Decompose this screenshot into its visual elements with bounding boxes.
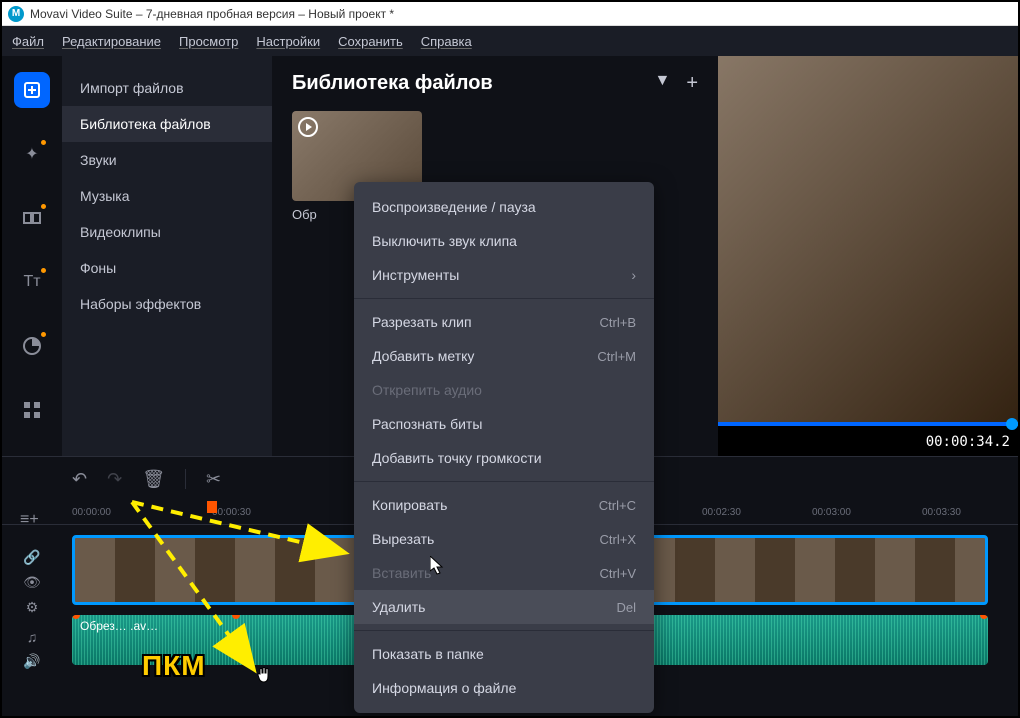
ctx-copy[interactable]: КопироватьCtrl+C	[354, 488, 654, 522]
left-toolbar: ✦ Tт	[2, 56, 62, 456]
ctx-show-folder[interactable]: Показать в папке	[354, 637, 654, 671]
ctx-beats[interactable]: Распознать биты	[354, 407, 654, 441]
tool-import[interactable]	[14, 72, 50, 108]
menu-file[interactable]: Файл	[12, 34, 44, 49]
audio-track-header: ♫ 🔊	[2, 623, 62, 676]
content-actions: ▼ +	[654, 72, 698, 95]
app-icon: M	[8, 6, 24, 22]
ctx-mute[interactable]: Выключить звук клипа	[354, 224, 654, 258]
notification-dot	[41, 332, 46, 337]
tool-titles[interactable]: Tт	[14, 264, 50, 300]
separator	[185, 469, 186, 489]
ctx-split[interactable]: Разрезать клипCtrl+B	[354, 305, 654, 339]
link-icon[interactable]: 🔗	[23, 549, 40, 566]
sidebar-item-sounds[interactable]: Звуки	[62, 142, 272, 178]
undo-icon[interactable]: ↶	[72, 469, 87, 490]
ctx-tools[interactable]: Инструменты›	[354, 258, 654, 292]
menu-help[interactable]: Справка	[421, 34, 472, 49]
preview-slider-handle[interactable]	[1006, 418, 1018, 430]
sidebar-item-import[interactable]: Импорт файлов	[62, 70, 272, 106]
menu-view[interactable]: Просмотр	[179, 34, 238, 49]
add-icon[interactable]: +	[686, 72, 698, 95]
notification-dot	[41, 204, 46, 209]
ctx-detach-audio: Открепить аудио	[354, 373, 654, 407]
sidebar-item-clips[interactable]: Видеоклипы	[62, 214, 272, 250]
chevron-right-icon: ›	[631, 267, 636, 283]
ruler-mark: 00:00:00	[72, 507, 111, 518]
context-menu: Воспроизведение / пауза Выключить звук к…	[354, 182, 654, 713]
annotation-label: ПКМ	[142, 650, 206, 682]
ctx-paste: ВставитьCtrl+V	[354, 556, 654, 590]
redo-icon[interactable]: ↷	[107, 469, 122, 490]
filter-icon[interactable]: ▼	[654, 72, 670, 95]
ruler-mark: 00:00:30	[212, 507, 251, 518]
delete-icon[interactable]: 🗑	[142, 469, 165, 490]
preview-timestamp: 00:00:34.2	[926, 434, 1010, 450]
preview-video[interactable]	[718, 56, 1018, 426]
ctx-marker[interactable]: Добавить меткуCtrl+M	[354, 339, 654, 373]
music-icon[interactable]: ♫	[27, 629, 38, 645]
video-track-header: 🔗 👁 ⚙	[2, 543, 62, 622]
menu-save[interactable]: Сохранить	[338, 34, 403, 49]
menu-settings[interactable]: Настройки	[256, 34, 320, 49]
ctx-delete[interactable]: УдалитьDel	[354, 590, 654, 624]
menu-edit[interactable]: Редактирование	[62, 34, 161, 49]
window-title: Movavi Video Suite – 7-дневная пробная в…	[30, 7, 394, 21]
sidebar-item-effects[interactable]: Наборы эффектов	[62, 286, 272, 322]
separator	[354, 298, 654, 299]
tool-more[interactable]	[14, 392, 50, 428]
adjust-icon[interactable]: ⚙	[26, 599, 39, 616]
tool-filters[interactable]: ✦	[14, 136, 50, 172]
ruler-mark: 00:02:30	[702, 507, 741, 518]
ruler-mark: 00:03:00	[812, 507, 851, 518]
ruler-mark: 00:03:30	[922, 507, 961, 518]
separator	[354, 481, 654, 482]
preview-panel: 00:00:34.2	[718, 56, 1018, 456]
sidebar-item-music[interactable]: Музыка	[62, 178, 272, 214]
cut-icon[interactable]: ✂	[206, 469, 221, 490]
eye-icon[interactable]: 👁	[23, 574, 41, 591]
content-title: Библиотека файлов	[292, 72, 493, 95]
audio-clip-label: Обрез… .av…	[80, 619, 158, 633]
tool-transitions[interactable]	[14, 200, 50, 236]
ctx-play-pause[interactable]: Воспроизведение / пауза	[354, 190, 654, 224]
content-header: Библиотека файлов ▼ +	[292, 72, 698, 95]
notification-dot	[41, 140, 46, 145]
notification-dot	[41, 268, 46, 273]
sidebar-item-library[interactable]: Библиотека файлов	[62, 106, 272, 142]
ctx-file-info[interactable]: Информация о файле	[354, 671, 654, 705]
menubar: Файл Редактирование Просмотр Настройки С…	[2, 26, 1018, 56]
play-overlay-icon	[298, 117, 318, 137]
tool-stickers[interactable]	[14, 328, 50, 364]
ctx-cut[interactable]: ВырезатьCtrl+X	[354, 522, 654, 556]
preview-slider[interactable]	[718, 422, 1018, 426]
sidebar: Импорт файлов Библиотека файлов Звуки Му…	[62, 56, 272, 456]
separator	[354, 630, 654, 631]
playhead[interactable]	[207, 501, 217, 513]
titlebar: M Movavi Video Suite – 7-дневная пробная…	[2, 2, 1018, 26]
sidebar-item-backgrounds[interactable]: Фоны	[62, 250, 272, 286]
volume-icon[interactable]: 🔊	[23, 653, 40, 670]
ctx-volume-point[interactable]: Добавить точку громкости	[354, 441, 654, 475]
